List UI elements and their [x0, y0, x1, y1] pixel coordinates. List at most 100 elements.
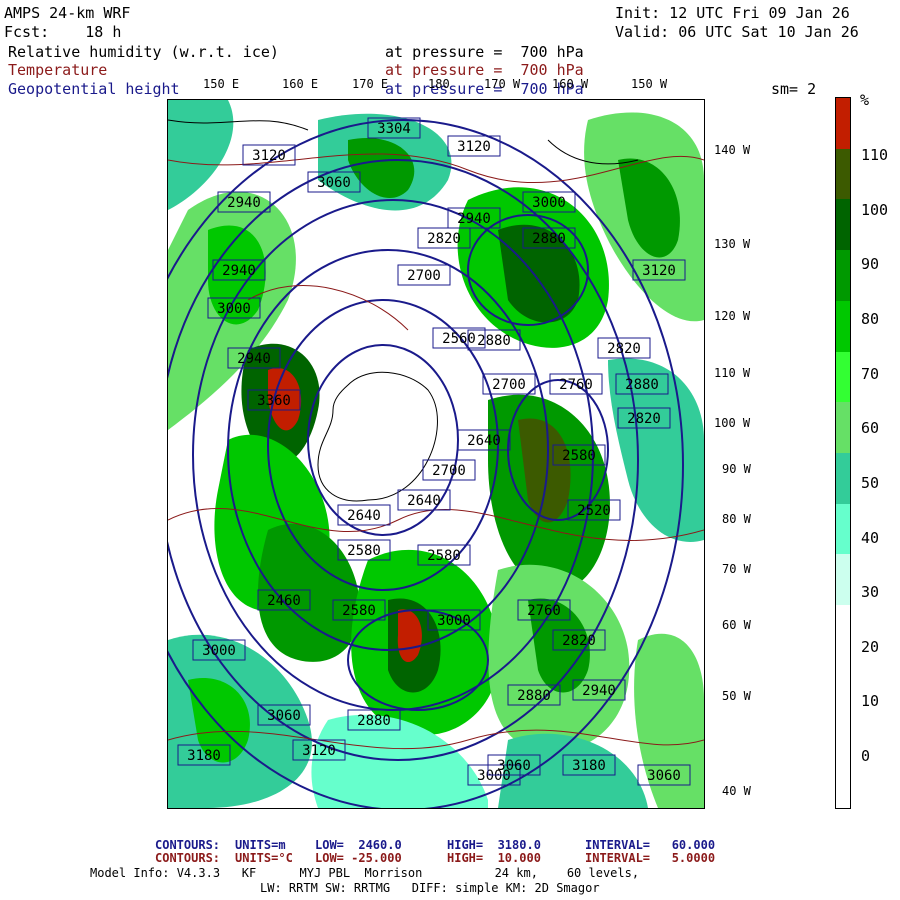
svg-text:2700: 2700	[432, 463, 466, 479]
svg-text:2580: 2580	[562, 448, 596, 464]
lon-label-top: 150 W	[631, 77, 668, 91]
lon-label-right: 40 W	[722, 784, 751, 798]
contour2-high: HIGH= 10.000	[447, 851, 541, 865]
svg-text:2640: 2640	[467, 433, 501, 449]
lon-label-right: 70 W	[722, 562, 751, 576]
svg-text:3060: 3060	[317, 175, 351, 191]
colorbar-segment	[836, 300, 850, 353]
colorbar-segment	[836, 706, 850, 758]
colorbar-tick-label: 50	[861, 474, 880, 492]
lon-label-top: 180	[428, 77, 450, 91]
svg-text:2940: 2940	[222, 263, 256, 279]
colorbar-segment	[836, 402, 850, 454]
svg-text:2760: 2760	[527, 603, 561, 619]
colorbar-segment	[836, 554, 850, 606]
colorbar-tick-label: 80	[861, 310, 880, 328]
svg-text:2700: 2700	[407, 268, 441, 284]
lon-label-right: 120 W	[714, 309, 751, 323]
init-time: Init: 12 UTC Fri 09 Jan 26	[615, 4, 850, 22]
lon-label-top: 160 W	[552, 77, 589, 91]
svg-text:3120: 3120	[642, 263, 676, 279]
colorbar-tick-label: 100	[861, 201, 889, 219]
svg-text:2560: 2560	[442, 331, 476, 347]
svg-text:2880: 2880	[625, 377, 659, 393]
model-title: AMPS 24-km WRF	[4, 4, 131, 22]
svg-text:2880: 2880	[477, 333, 511, 349]
lon-label-right: 50 W	[722, 689, 751, 703]
svg-text:2880: 2880	[532, 231, 566, 247]
svg-text:2580: 2580	[427, 548, 461, 564]
lon-label-right: 60 W	[722, 618, 751, 632]
colorbar-tick-label: 70	[861, 365, 880, 383]
forecast-hour: Fcst: 18 h	[4, 23, 122, 41]
svg-text:3360: 3360	[257, 393, 291, 409]
smoothing-label: sm= 2	[771, 80, 817, 98]
contour1-interval: INTERVAL= 60.000	[585, 838, 716, 852]
contour2-units: UNITS=°C	[235, 851, 293, 865]
contour1-units: UNITS=m	[235, 838, 286, 852]
svg-text:3060: 3060	[267, 708, 301, 724]
colorbar-segment	[836, 98, 850, 150]
svg-text:2700: 2700	[492, 377, 526, 393]
lon-label-right: 80 W	[722, 512, 751, 526]
svg-text:3060: 3060	[497, 758, 531, 774]
svg-text:3180: 3180	[187, 748, 221, 764]
svg-text:2880: 2880	[357, 713, 391, 729]
colorbar-segment	[836, 503, 850, 555]
lon-label-right: 130 W	[714, 237, 751, 251]
contour2-interval: INTERVAL= 5.0000	[585, 851, 716, 865]
colorbar-tick-label: 40	[861, 529, 880, 547]
svg-text:3180: 3180	[572, 758, 606, 774]
field-temp-level: at pressure = 700 hPa	[385, 61, 584, 79]
lon-label-right: 100 W	[714, 416, 751, 430]
svg-text:2940: 2940	[227, 195, 261, 211]
svg-text:2460: 2460	[267, 593, 301, 609]
colorbar	[835, 97, 851, 809]
svg-text:2820: 2820	[562, 633, 596, 649]
colorbar-segment	[836, 148, 850, 200]
svg-text:2760: 2760	[559, 377, 593, 393]
svg-text:2580: 2580	[342, 603, 376, 619]
colorbar-segment	[836, 757, 850, 809]
contour1-high: HIGH= 3180.0	[447, 838, 541, 852]
contour2-low: LOW= -25.000	[315, 851, 402, 865]
svg-text:3304: 3304	[377, 121, 411, 137]
svg-text:2940: 2940	[237, 351, 271, 367]
colorbar-segment	[836, 605, 850, 657]
field-rh-level: at pressure = 700 hPa	[385, 43, 584, 61]
svg-text:3000: 3000	[217, 301, 251, 317]
colorbar-tick-label: 110	[861, 146, 889, 164]
svg-text:2880: 2880	[517, 688, 551, 704]
colorbar-segment	[836, 453, 850, 505]
map-panel: 3304 3120 3120 3060 3000 2940 2940 2820 2880 2940…	[167, 99, 705, 809]
field-height-name: Geopotential height	[8, 80, 180, 98]
contour1-low: LOW= 2460.0	[315, 838, 402, 852]
lon-label-right: 110 W	[714, 366, 751, 380]
colorbar-tick-label: 10	[861, 692, 880, 710]
colorbar-tick-label: 90	[861, 255, 880, 273]
physics-info: LW: RRTM SW: RRTMG DIFF: simple KM: 2D S…	[260, 881, 600, 895]
contour2-label: CONTOURS:	[155, 851, 221, 865]
colorbar-segment	[836, 250, 850, 302]
valid-time: Valid: 06 UTC Sat 10 Jan 26	[615, 23, 859, 41]
svg-text:2580: 2580	[347, 543, 381, 559]
svg-text:2640: 2640	[347, 508, 381, 524]
colorbar-segment	[836, 655, 850, 708]
svg-text:3000: 3000	[437, 613, 471, 629]
svg-text:3000: 3000	[532, 195, 566, 211]
lon-label-top: 160 E	[282, 77, 319, 91]
colorbar-tick-label: 0	[861, 747, 871, 765]
colorbar-unit: %	[860, 91, 870, 109]
svg-text:2520: 2520	[577, 503, 611, 519]
svg-text:3120: 3120	[302, 743, 336, 759]
colorbar-tick-label: 30	[861, 583, 880, 601]
lon-label-top: 150 E	[203, 77, 240, 91]
svg-text:2940: 2940	[582, 683, 616, 699]
field-rh-name: Relative humidity (w.r.t. ice)	[8, 43, 279, 61]
lon-label-right: 140 W	[714, 143, 751, 157]
lon-label-top: 170 E	[352, 77, 389, 91]
svg-text:3120: 3120	[457, 139, 491, 155]
svg-text:3120: 3120	[252, 148, 286, 164]
field-temp-name: Temperature	[8, 61, 108, 79]
svg-text:3000: 3000	[202, 643, 236, 659]
